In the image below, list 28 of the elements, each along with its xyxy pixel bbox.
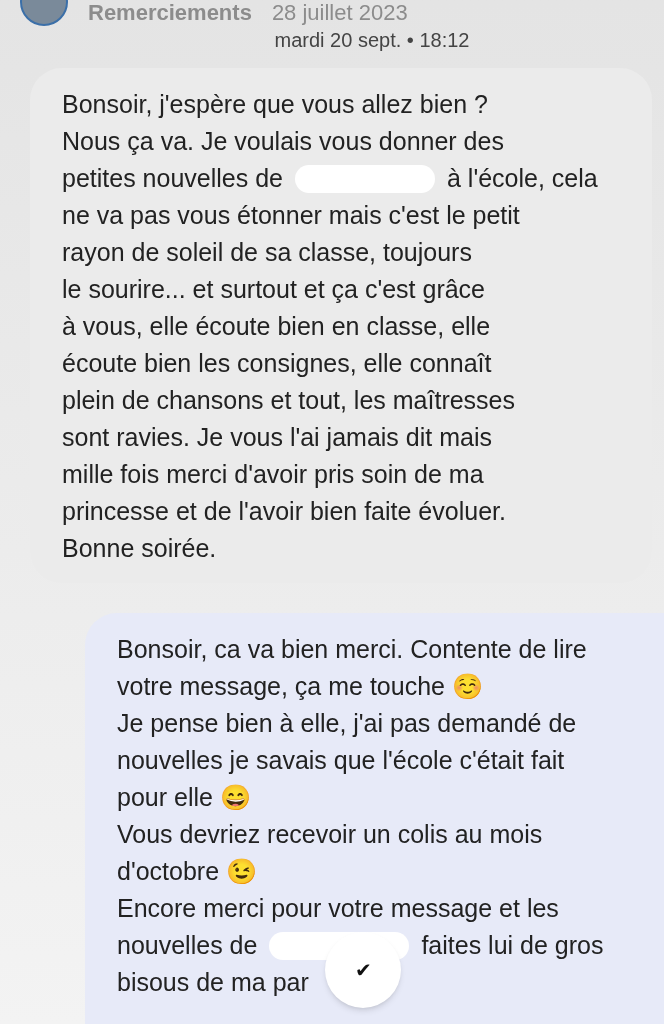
message-line: d'octobre 😉 (117, 856, 257, 887)
message-line: à l'école, cela (447, 163, 598, 194)
message-line: mille fois merci d'avoir pris soin de ma (62, 459, 484, 490)
message-line: plein de chansons et tout, les maîtresses (62, 385, 516, 416)
message-line: Vous devriez recevoir un colis au mois (117, 819, 543, 850)
message-line: princesse et de l'avoir bien faite évoluer. (62, 496, 506, 527)
message-line: nouvelles je savais que l'école c'était fait (117, 745, 565, 776)
message-line: le sourire... et surtout et ça c'est grâce (62, 274, 486, 305)
message-line: Bonsoir, j'espère que vous allez bien ? (62, 89, 488, 120)
message-line: Nous ça va. Je voulais vous donner des (62, 126, 504, 157)
message-line: pour elle 😄 (117, 782, 251, 813)
message-line: votre message, ça me touche ☺ (117, 671, 483, 702)
message-line: Encore merci pour votre message et les (117, 893, 559, 924)
story-title: Remerciements (88, 0, 252, 26)
message-line: Je pense bien à elle, j'ai pas demandé de (117, 708, 577, 739)
message-line: à vous, elle écoute bien en classe, elle (62, 311, 491, 342)
message-line: Bonne soirée. (62, 533, 217, 564)
message-line: Bonsoir, ca va bien merci. Contente de lire (117, 634, 587, 665)
message-line: ne va pas vous étonner mais c'est le petit (62, 200, 520, 231)
message-line: nouvelles de (117, 930, 258, 961)
message-line: bisous de ma par (117, 967, 309, 998)
message-timestamp: mardi 20 sept. • 18:12 (273, 28, 471, 52)
message-line: faites lui de gros (421, 930, 604, 961)
message-line: sont ravies. Je vous l'ai jamais dit mais (62, 422, 492, 453)
message-line: petites nouvelles de (62, 163, 283, 194)
story-date: 28 juillet 2023 (271, 0, 408, 26)
message-line: rayon de soleil de sa classe, toujours (62, 237, 472, 268)
message-line: écoute bien les consignes, elle connaît (62, 348, 492, 379)
